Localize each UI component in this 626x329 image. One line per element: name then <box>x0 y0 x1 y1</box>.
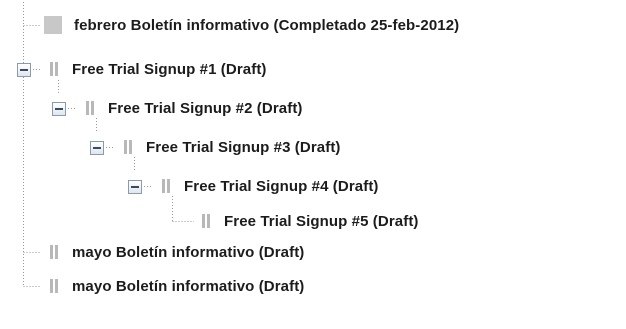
draft-status-icon <box>202 214 210 228</box>
draft-status-icon <box>50 245 58 259</box>
tree-item-label: Free Trial Signup #3 (Draft) <box>146 138 341 156</box>
tree-item-febrero-newsletter[interactable]: febrero Boletín informativo (Completado … <box>44 11 459 39</box>
tree-item-mayo-newsletter[interactable]: mayo Boletín informativo (Draft) <box>46 272 304 300</box>
tree-item-free-trial-signup-1[interactable]: Free Trial Signup #1 (Draft) <box>46 55 267 83</box>
draft-status-icon <box>50 62 58 76</box>
draft-status-icon <box>162 179 170 193</box>
collapse-minus-icon[interactable] <box>90 141 104 155</box>
tree-item-label: mayo Boletín informativo (Draft) <box>72 243 305 261</box>
completed-status-icon <box>44 16 62 34</box>
tree-item-label: mayo Boletín informativo (Draft) <box>72 277 305 295</box>
tree-item-label: Free Trial Signup #4 (Draft) <box>184 177 379 195</box>
collapse-minus-icon[interactable] <box>128 180 142 194</box>
tree-item-label: Free Trial Signup #2 (Draft) <box>108 99 303 117</box>
tree-item-free-trial-signup-4[interactable]: Free Trial Signup #4 (Draft) <box>158 172 379 200</box>
draft-status-icon <box>124 140 132 154</box>
tree-item-label: Free Trial Signup #1 (Draft) <box>72 60 267 78</box>
tree-item-label: febrero Boletín informativo (Completado … <box>74 16 460 34</box>
tree-item-label: Free Trial Signup #5 (Draft) <box>224 212 419 230</box>
draft-status-icon <box>50 279 58 293</box>
collapse-minus-icon[interactable] <box>52 102 66 116</box>
draft-status-icon <box>86 101 94 115</box>
tree-item-mayo-newsletter[interactable]: mayo Boletín informativo (Draft) <box>46 238 304 266</box>
campaign-tree: febrero Boletín informativo (Completado … <box>0 0 626 329</box>
tree-item-free-trial-signup-3[interactable]: Free Trial Signup #3 (Draft) <box>120 133 341 161</box>
tree-item-free-trial-signup-5[interactable]: Free Trial Signup #5 (Draft) <box>198 207 419 235</box>
tree-item-free-trial-signup-2[interactable]: Free Trial Signup #2 (Draft) <box>82 94 303 122</box>
collapse-minus-icon[interactable] <box>17 63 31 77</box>
